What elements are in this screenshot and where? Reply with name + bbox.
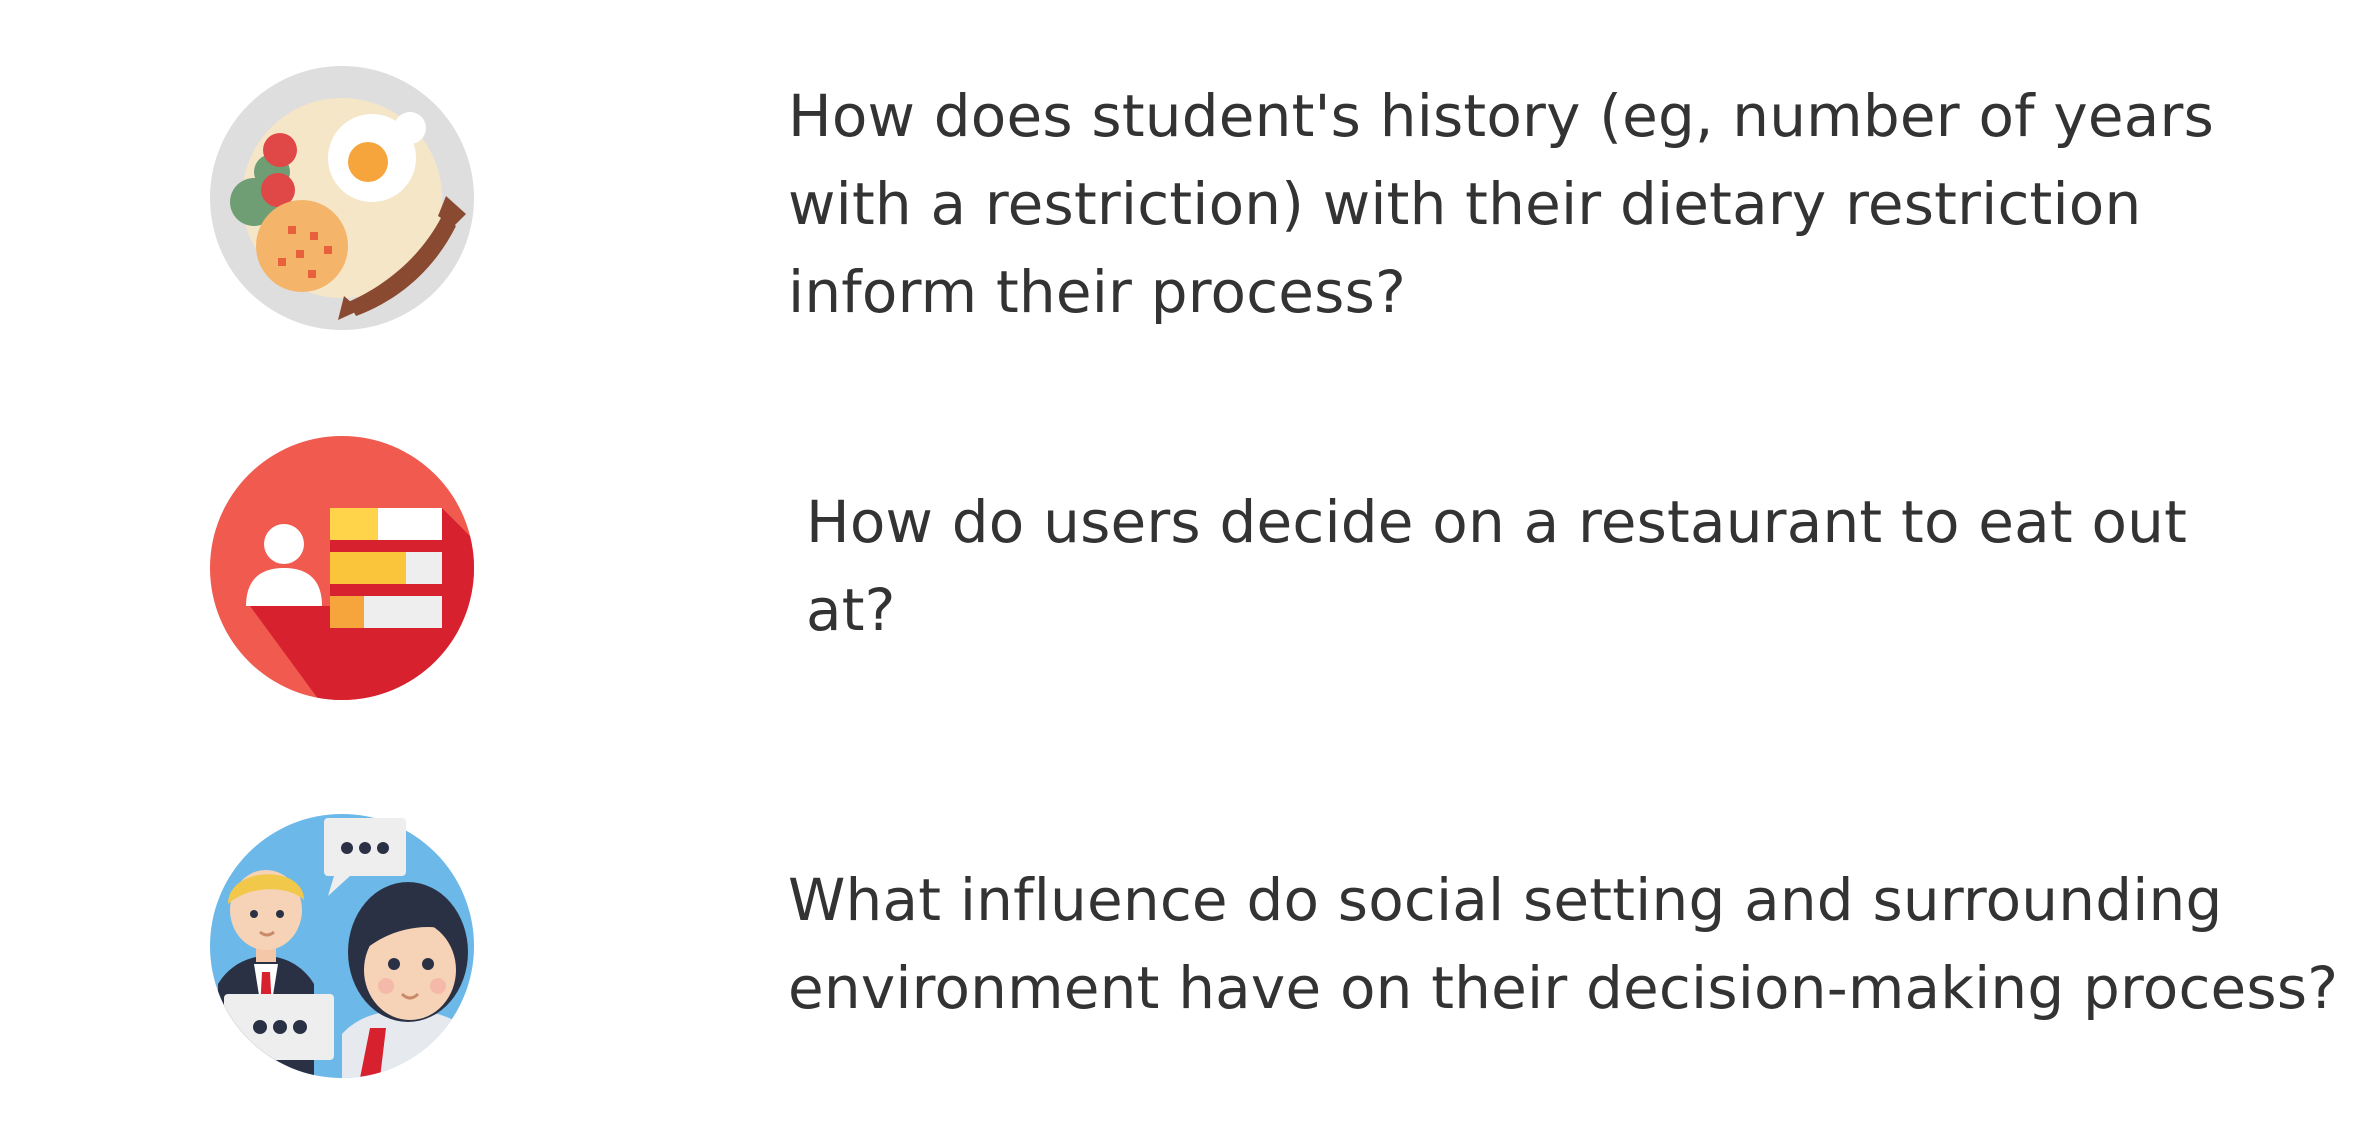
- question-text: How do users decide on a restaurant to e…: [806, 478, 2187, 654]
- user-profile-list-icon: [210, 436, 474, 700]
- question-line: How does student's history (eg, number o…: [788, 82, 2215, 150]
- breakfast-plate-icon: [210, 66, 474, 330]
- question-line: inform their process?: [788, 258, 1406, 326]
- question-text: How does student's history (eg, number o…: [788, 72, 2214, 336]
- question-line: How do users decide on a restaurant to e…: [806, 488, 2188, 556]
- question-line: What influence do social setting and sur…: [788, 866, 2223, 934]
- people-conversation-icon: [210, 814, 474, 1078]
- question-line: at?: [806, 576, 896, 644]
- question-line: with a restriction) with their dietary r…: [788, 170, 2142, 238]
- question-text: What influence do social setting and sur…: [788, 856, 2338, 1032]
- question-line: environment have on their decision-makin…: [788, 954, 2339, 1022]
- slide: How does student's history (eg, number o…: [0, 0, 2368, 1128]
